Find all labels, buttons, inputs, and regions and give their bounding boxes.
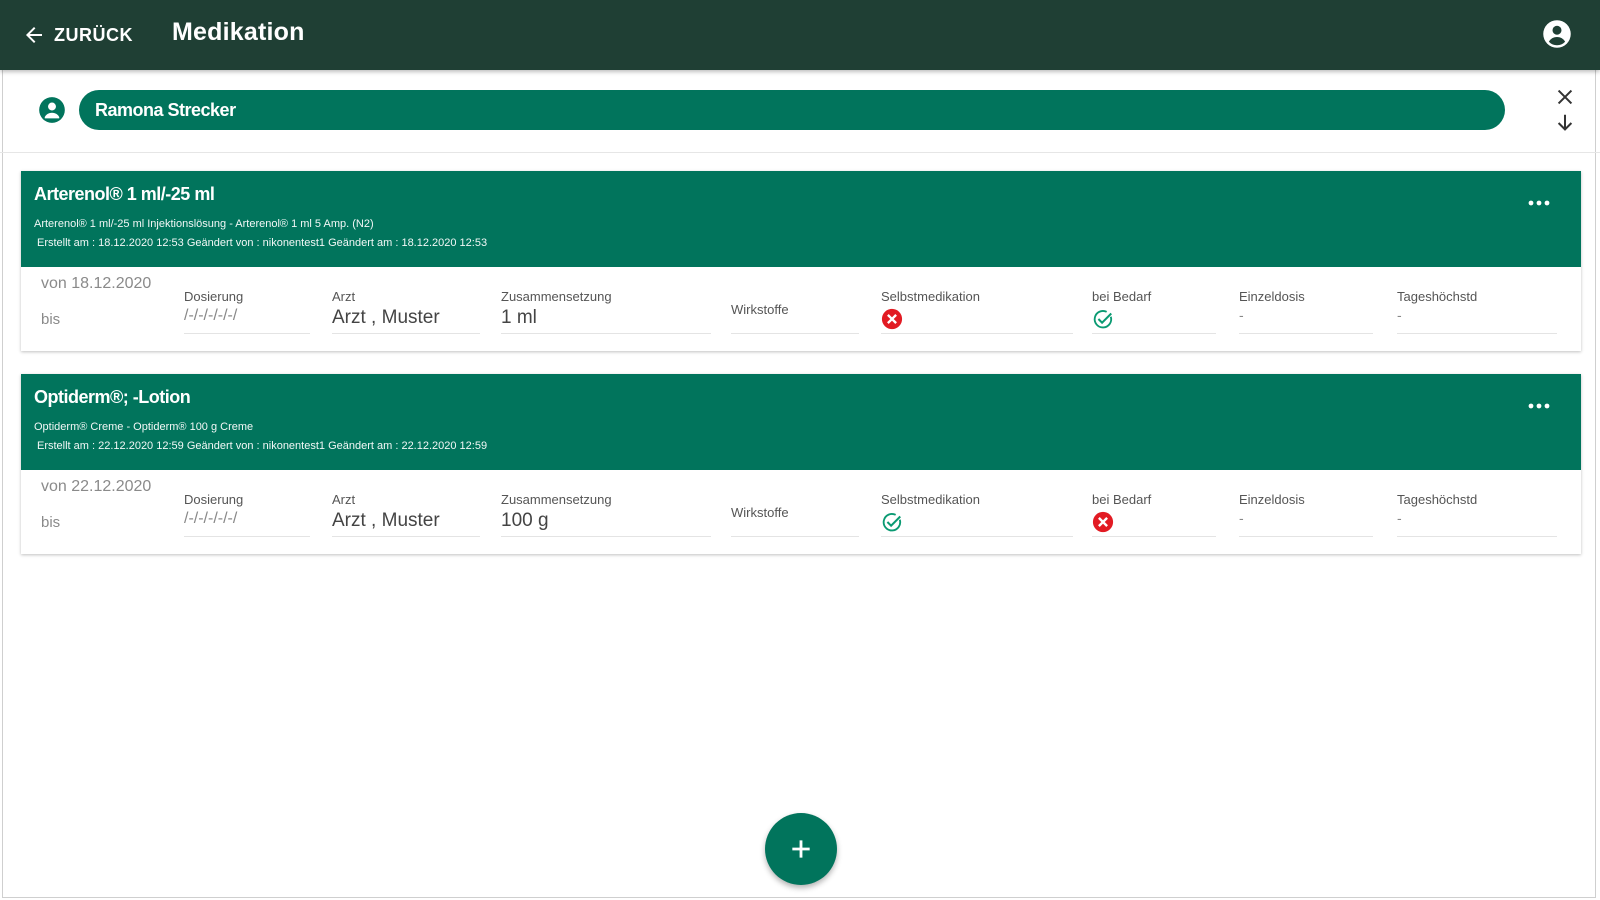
arrow-left-icon <box>26 27 42 43</box>
field-value: - <box>1239 510 1244 526</box>
field-value: - <box>1397 307 1402 323</box>
check-circle-icon <box>1093 310 1113 329</box>
account-circle-icon[interactable] <box>1542 19 1572 49</box>
field-selbstmedikation[interactable]: Selbstmedikation <box>881 289 1073 334</box>
medication-header: Arterenol® 1 ml/-25 ml Arterenol® 1 ml/-… <box>21 171 1581 267</box>
field-value: 100 g <box>501 510 549 531</box>
field-label: Einzeldosis <box>1239 289 1305 304</box>
medication-card[interactable]: Optiderm®; -Lotion Optiderm® Creme - Opt… <box>21 374 1581 554</box>
plus-icon <box>792 840 810 858</box>
page-title: Medikation <box>172 18 305 46</box>
medication-name: Optiderm®; -Lotion <box>34 387 191 407</box>
field-arzt[interactable]: Arzt Arzt , Muster <box>332 289 480 334</box>
field-bei-bedarf[interactable]: bei Bedarf <box>1092 289 1216 334</box>
field-label: Wirkstoffe <box>731 505 789 520</box>
field-label: Arzt <box>332 289 356 304</box>
field-arzt[interactable]: Arzt Arzt , Muster <box>332 492 480 537</box>
field-tageshoechstdosis[interactable]: Tageshöchstd - <box>1397 492 1557 537</box>
valid-until: bis <box>41 311 61 328</box>
field-zusammensetzung[interactable]: Zusammensetzung 100 g <box>501 492 711 537</box>
medication-meta: Erstellt am : 18.12.2020 12:53 Geändert … <box>37 237 488 249</box>
field-dosierung[interactable]: Dosierung /-/-/-/-/-/ <box>184 492 310 537</box>
medication-name: Arterenol® 1 ml/-25 ml <box>34 184 215 204</box>
field-label: Arzt <box>332 492 356 507</box>
medication-meta: Erstellt am : 22.12.2020 12:59 Geändert … <box>37 440 488 452</box>
field-label: Tageshöchstd <box>1397 492 1478 507</box>
field-value: /-/-/-/-/-/ <box>184 510 238 527</box>
field-label: Wirkstoffe <box>731 302 789 317</box>
field-label: Zusammensetzung <box>501 492 612 507</box>
valid-until: bis <box>41 514 61 531</box>
field-label: bei Bedarf <box>1092 492 1152 507</box>
patient-name-chip[interactable]: Ramona Strecker <box>79 90 1505 130</box>
cancel-circle-icon <box>881 308 903 330</box>
arrow-down-icon[interactable] <box>1554 112 1576 134</box>
valid-from: von 18.12.2020 <box>41 275 152 292</box>
check-circle-icon <box>882 513 902 532</box>
field-label: Dosierung <box>184 492 244 507</box>
field-wirkstoffe[interactable]: Wirkstoffe <box>731 289 859 334</box>
cancel-circle-icon <box>1092 511 1114 533</box>
patient-name: Ramona Strecker <box>95 99 236 120</box>
more-horiz-icon[interactable] <box>1527 400 1551 412</box>
medication-subtitle: Optiderm® Creme - Optiderm® 100 g Creme <box>34 421 254 433</box>
field-value: - <box>1397 510 1402 526</box>
field-value: - <box>1239 307 1244 323</box>
more-horiz-icon[interactable] <box>1527 197 1551 209</box>
field-value: 1 ml <box>501 307 537 328</box>
person-icon <box>39 97 65 123</box>
valid-from: von 22.12.2020 <box>41 478 152 495</box>
back-button[interactable]: ZURÜCK <box>22 20 133 50</box>
medication-subtitle: Arterenol® 1 ml/-25 ml Injektionslösung … <box>34 218 374 230</box>
field-value: /-/-/-/-/-/ <box>184 307 238 324</box>
field-value: Arzt , Muster <box>332 510 440 531</box>
field-einzeldosis[interactable]: Einzeldosis - <box>1239 289 1373 334</box>
medication-header: Optiderm®; -Lotion Optiderm® Creme - Opt… <box>21 374 1581 470</box>
field-dosierung[interactable]: Dosierung /-/-/-/-/-/ <box>184 289 310 334</box>
field-label: Selbstmedikation <box>881 289 980 304</box>
close-icon[interactable] <box>1554 86 1576 108</box>
app-bar: ZURÜCK Medikation <box>0 0 1600 70</box>
medication-details: von 22.12.2020 bis Dosierung /-/-/-/-/-/… <box>21 470 1581 554</box>
field-einzeldosis[interactable]: Einzeldosis - <box>1239 492 1373 537</box>
back-label: ZURÜCK <box>54 24 133 45</box>
medication-details: von 18.12.2020 bis Dosierung /-/-/-/-/-/… <box>21 267 1581 351</box>
field-label: Zusammensetzung <box>501 289 612 304</box>
field-tageshoechstdosis[interactable]: Tageshöchstd - <box>1397 289 1557 334</box>
medication-card[interactable]: Arterenol® 1 ml/-25 ml Arterenol® 1 ml/-… <box>21 171 1581 351</box>
field-bei-bedarf[interactable]: bei Bedarf <box>1092 492 1216 537</box>
field-value: Arzt , Muster <box>332 307 440 328</box>
field-label: Dosierung <box>184 289 244 304</box>
field-label: Tageshöchstd <box>1397 289 1478 304</box>
field-zusammensetzung[interactable]: Zusammensetzung 1 ml <box>501 289 711 334</box>
add-medication-button[interactable] <box>765 813 837 885</box>
field-label: Einzeldosis <box>1239 492 1305 507</box>
patient-selector: Ramona Strecker <box>0 80 1600 153</box>
field-selbstmedikation[interactable]: Selbstmedikation <box>881 492 1073 537</box>
field-label: Selbstmedikation <box>881 492 980 507</box>
field-label: bei Bedarf <box>1092 289 1152 304</box>
field-wirkstoffe[interactable]: Wirkstoffe <box>731 492 859 537</box>
